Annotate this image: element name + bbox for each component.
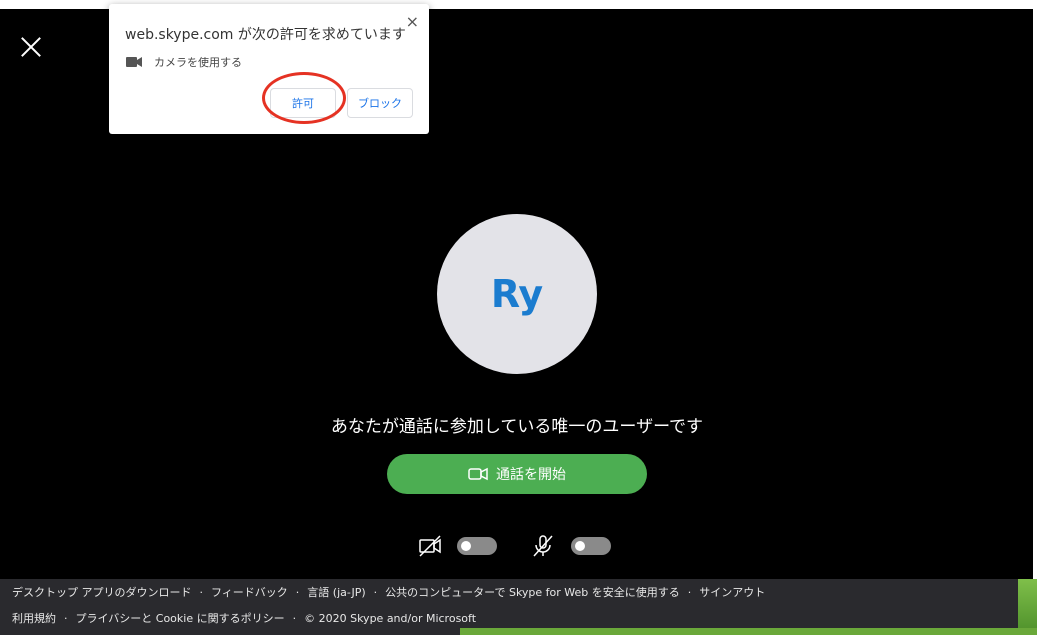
sign-out-link[interactable]: サインアウト [699,586,765,599]
desktop-wallpaper-edge [1018,579,1037,635]
allow-button[interactable]: 許可 [270,88,336,118]
download-desktop-app-link[interactable]: デスクトップ アプリのダウンロード [12,586,192,599]
footer-separator: · [687,586,692,599]
footer-separator: · [295,586,300,599]
video-call-icon [468,467,488,481]
close-call-icon[interactable] [18,34,44,60]
video-toggle-knob [461,541,471,551]
desktop-wallpaper-bottom [460,628,1037,635]
permission-dialog: web.skype.com が次の許可を求めています × カメラを使用する 許可… [109,4,429,134]
footer-separator: · [64,612,68,625]
privacy-link[interactable]: プライバシーと Cookie に関するポリシー [76,612,285,625]
video-toggle[interactable] [457,537,497,555]
permission-request: カメラを使用する [126,54,242,70]
feedback-link[interactable]: フィードバック [211,586,288,599]
footer-row-1: デスクトップ アプリのダウンロード · フィードバック · 言語 (ja-JP) · 公共の… [12,584,765,600]
language-link[interactable]: 言語 (ja-JP) [307,586,365,599]
mic-off-icon [533,535,553,557]
footer-separator: · [373,586,378,599]
copyright-text: © 2020 Skype and/or Microsoft [304,612,477,625]
footer-row-2: 利用規約 · プライバシーと Cookie に関するポリシー · © 2020 Skyp… [12,610,476,626]
footer-separator: · [199,586,204,599]
start-call-label: 通話を開始 [496,467,566,483]
avatar-initials: Ry [490,272,544,316]
mic-toggle-knob [575,541,585,551]
start-call-button[interactable]: 通話を開始 [387,454,647,494]
camera-icon [126,57,142,67]
window-edge [1033,9,1037,579]
permission-request-label: カメラを使用する [154,56,242,69]
only-user-message: あなたが通話に参加している唯一のユーザーです [330,417,704,437]
video-off-icon [419,535,441,557]
public-computer-link[interactable]: 公共のコンピューターで Skype for Web を安全に使用する [385,586,680,599]
block-button[interactable]: ブロック [347,88,413,118]
close-icon[interactable]: × [406,12,419,31]
terms-link[interactable]: 利用規約 [12,612,56,625]
permission-title: web.skype.com が次の許可を求めています [125,27,406,43]
avatar: Ry [437,214,597,374]
mic-toggle[interactable] [571,537,611,555]
footer-separator: · [292,612,297,625]
footer: デスクトップ アプリのダウンロード · フィードバック · 言語 (ja-JP) · 公共の… [0,579,1037,635]
